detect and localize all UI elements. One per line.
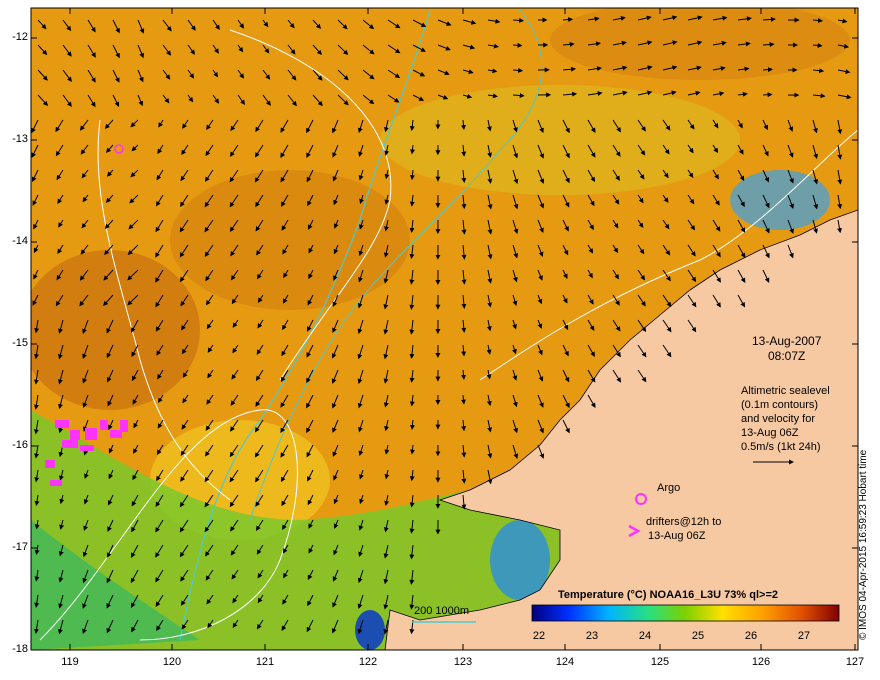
altimetry-note: Altimetric sealevel (741, 385, 830, 397)
velocity-arrow (512, 17, 525, 23)
colorbar-tick: 22 (532, 630, 546, 642)
colorbar-title: Temperature (°C) NOAA16_L3U 73% ql>=2 (558, 589, 778, 601)
colorbar (531, 604, 840, 622)
argo-legend-label: Argo (657, 482, 681, 494)
lat-label: -14 (12, 235, 28, 247)
lat-label: -15 (12, 337, 28, 349)
colorbar-tick: 24 (638, 630, 652, 642)
credit-text: © IMOS 04-Apr-2015 16:59:23 Hobart time (858, 449, 869, 640)
lat-label: -12 (12, 31, 28, 43)
altimetry-note: and velocity for (741, 413, 815, 425)
lon-label: 119 (61, 656, 79, 668)
sst-warm-patch (550, 8, 850, 80)
altimetry-note: (0.1m contours) (741, 399, 819, 411)
lat-label: -13 (12, 133, 28, 145)
velocity-arrow (512, 67, 524, 73)
speed-scale-label: 0.5m/s (1kt 24h) (741, 441, 821, 453)
drifter-legend-label: drifters@12h to (646, 516, 722, 528)
lon-label: 122 (358, 656, 378, 668)
lon-label: 121 (255, 656, 275, 668)
velocity-arrow (512, 42, 523, 48)
altimetry-note: 13-Aug 06Z (741, 427, 799, 439)
lon-label: 127 (845, 656, 865, 668)
lon-label: 120 (162, 656, 182, 668)
velocity-arrow (762, 92, 773, 98)
lat-label: -17 (12, 541, 28, 553)
sst-map (30, 7, 859, 651)
image-time: 08:07Z (768, 349, 806, 363)
image-date: 13-Aug-2007 (752, 334, 822, 348)
velocity-arrow (762, 67, 773, 73)
lon-label: 126 (751, 656, 771, 668)
drifter-legend-label: 13-Aug 06Z (648, 530, 706, 542)
colorbar-tick: 25 (691, 630, 705, 642)
lon-label: 123 (453, 656, 473, 668)
isobath-legend-label: 200 1000m (414, 605, 470, 617)
lat-label: -16 (12, 439, 28, 451)
lat-label: -18 (12, 643, 28, 655)
colorbar-tick: 26 (744, 630, 758, 642)
lon-label: 124 (555, 656, 575, 668)
colorbar-tick: 27 (797, 630, 811, 642)
colorbar-tick: 23 (585, 630, 599, 642)
lon-label: 125 (650, 656, 670, 668)
sst-cool-patch (730, 170, 830, 230)
sst-mid-patch (380, 85, 740, 195)
